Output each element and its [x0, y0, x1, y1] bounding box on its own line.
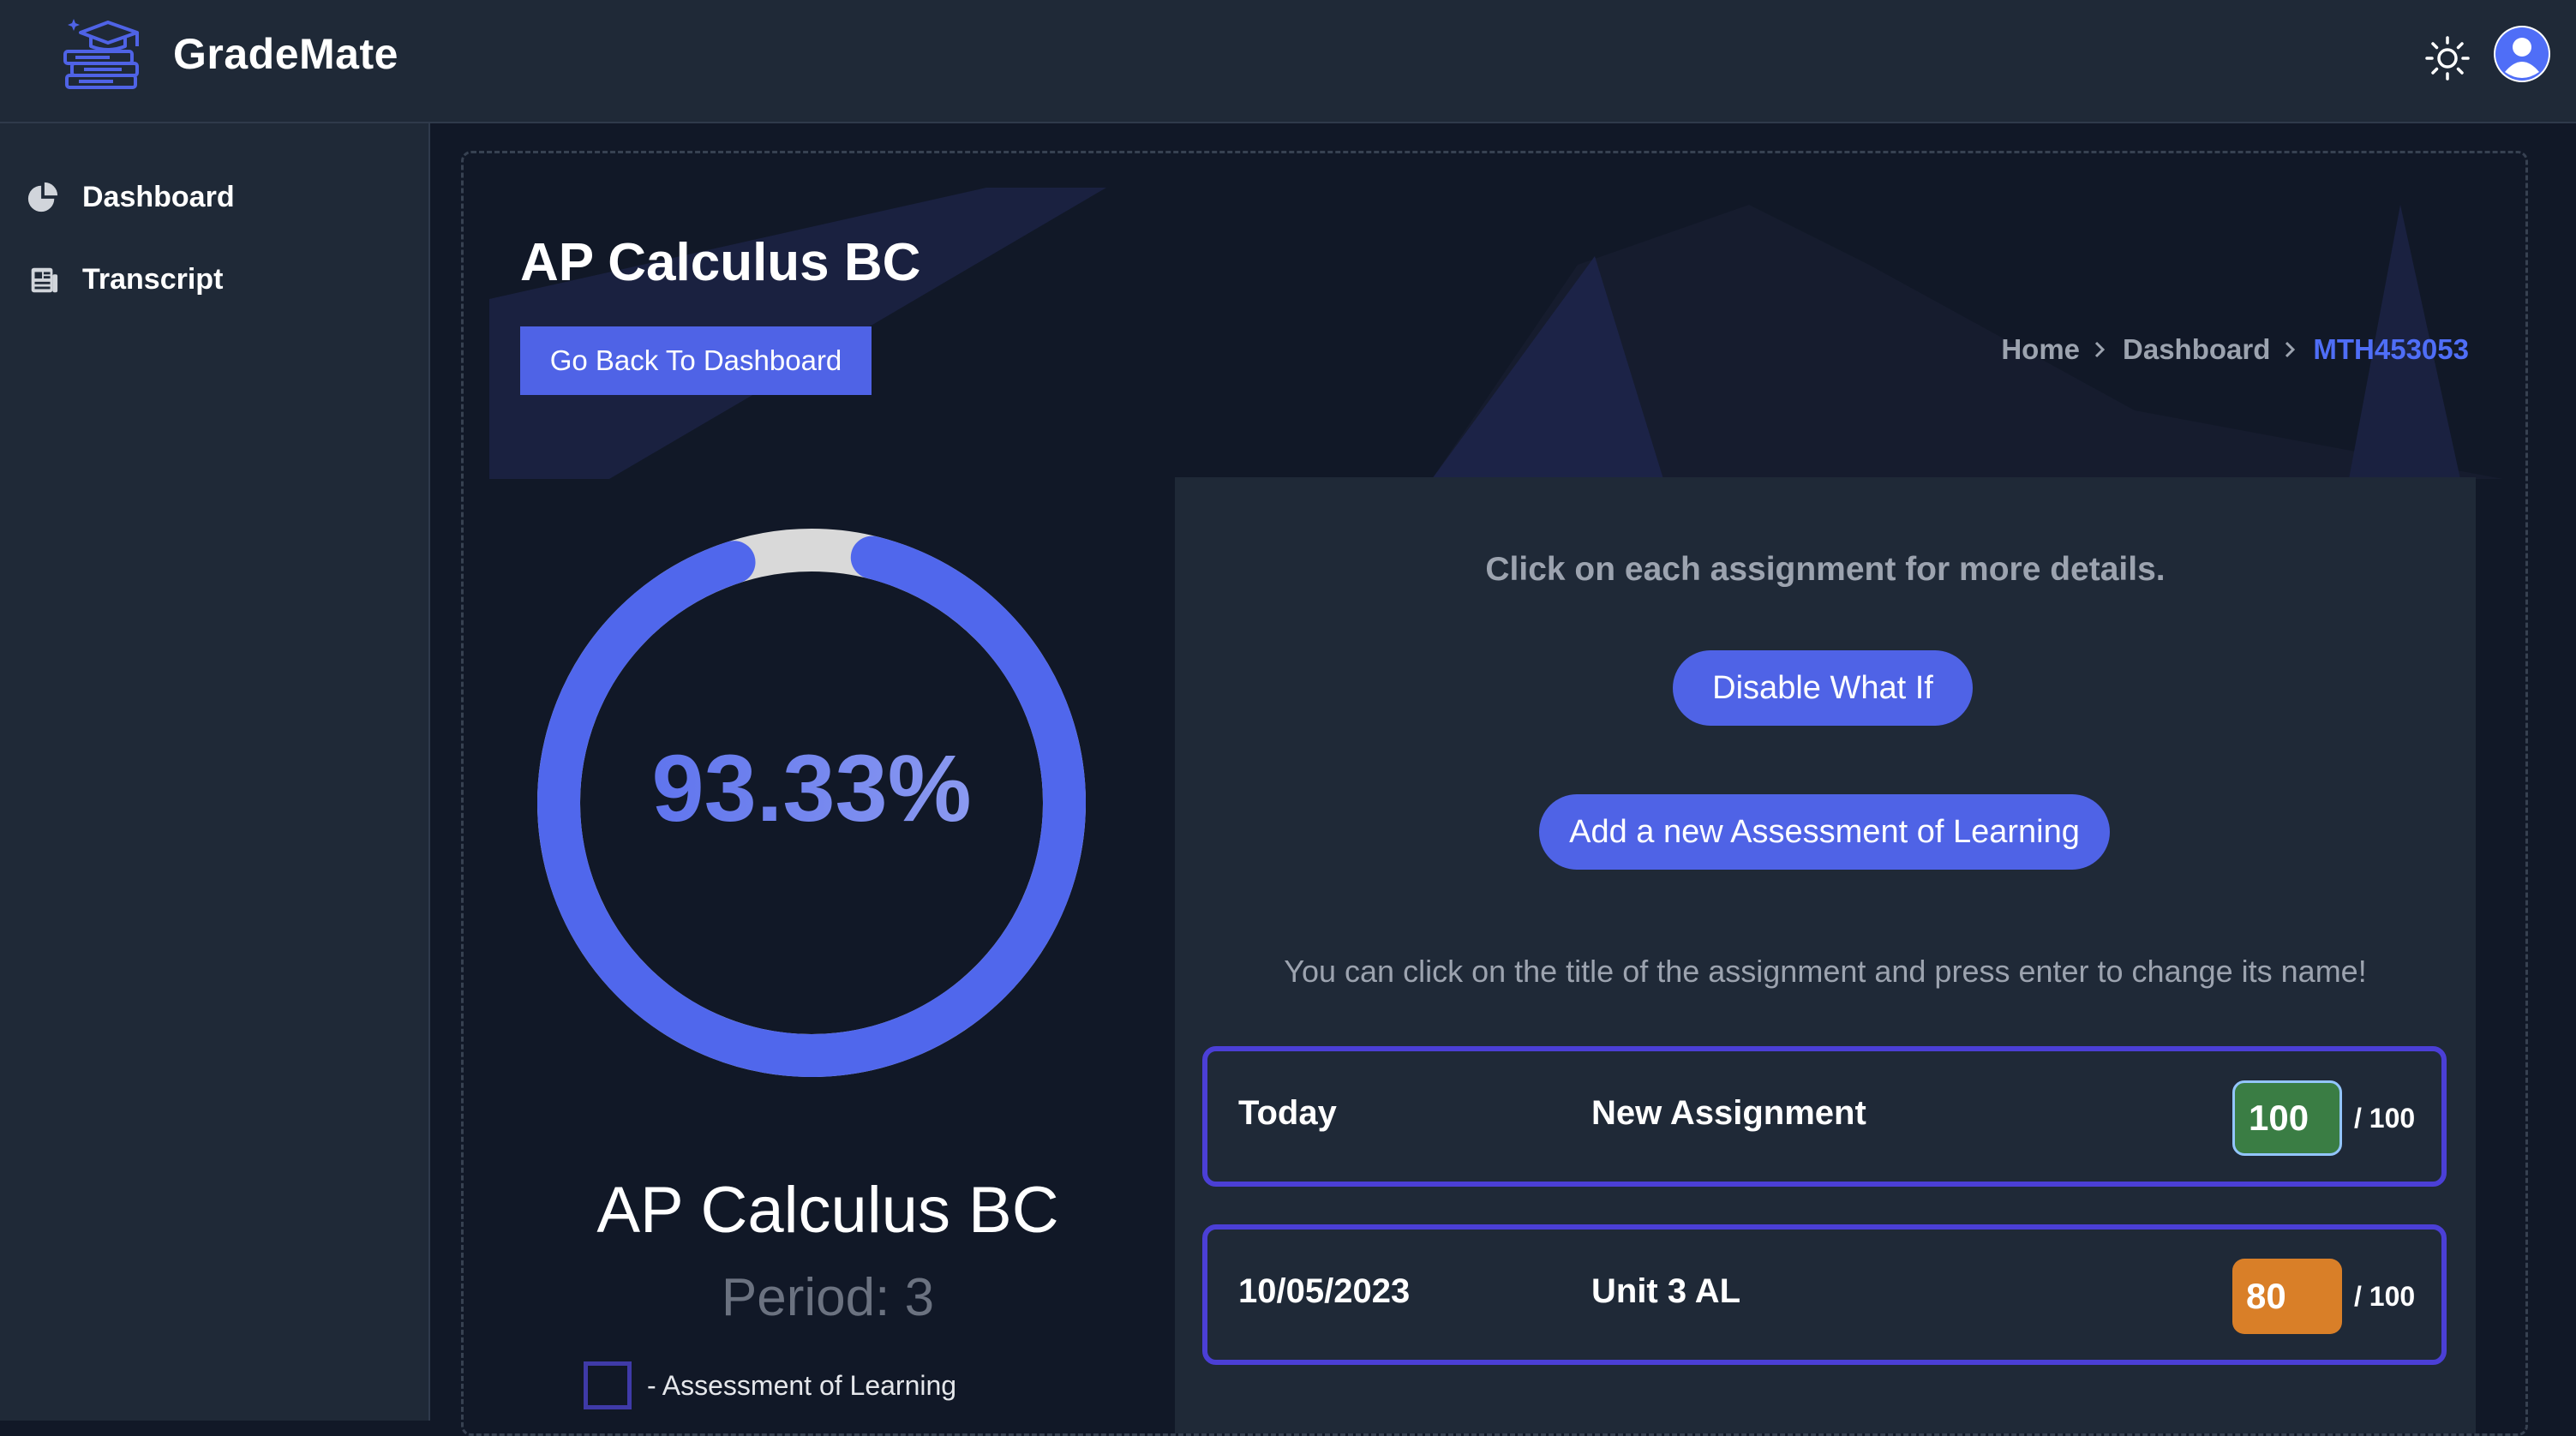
go-back-to-dashboard-button[interactable]: Go Back To Dashboard — [520, 326, 872, 395]
grade-summary-panel: 93.33% AP Calculus BC Period: 3 - Assess… — [489, 479, 1166, 1433]
assignments-hint: Click on each assignment for more detail… — [1485, 551, 2166, 588]
app-brand-name: GradeMate — [173, 30, 398, 78]
breadcrumb-dashboard[interactable]: Dashboard — [2123, 333, 2270, 366]
breadcrumb-home[interactable]: Home — [2001, 333, 2080, 366]
books-graduation-cap-logo-icon — [63, 19, 139, 89]
pie-chart-icon — [26, 180, 60, 214]
add-assessment-button[interactable]: Add a new Assessment of Learning — [1539, 794, 2110, 870]
breadcrumb-current-course-code: MTH453053 — [2313, 333, 2469, 365]
top-bar: GradeMate — [0, 0, 2576, 123]
course-detail-frame: AP Calculus BC Go Back To Dashboard Home… — [461, 151, 2528, 1436]
newspaper-icon — [26, 262, 60, 296]
user-avatar-button[interactable] — [2494, 26, 2550, 82]
assignment-title[interactable]: New Assignment — [1591, 1094, 1866, 1133]
assignment-title[interactable]: Unit 3 AL — [1591, 1272, 1740, 1311]
legend-assessment-of-learning: - Assessment of Learning — [584, 1361, 956, 1409]
legend-swatch — [584, 1361, 632, 1409]
assignments-panel: Click on each assignment for more detail… — [1175, 477, 2476, 1433]
assignment-score-input[interactable] — [2232, 1080, 2342, 1156]
chevron-right-icon — [2285, 341, 2296, 358]
course-name: AP Calculus BC — [596, 1174, 1059, 1247]
sidebar-item-dashboard[interactable]: Dashboard — [26, 171, 403, 223]
legend-label: - Assessment of Learning — [647, 1369, 957, 1401]
grade-percentage: 93.33% — [537, 734, 1086, 843]
page-title: AP Calculus BC — [520, 233, 921, 292]
assignment-max-score: / 100 — [2354, 1281, 2416, 1312]
assignment-date: 10/05/2023 — [1238, 1272, 1411, 1310]
assignment-max-score: / 100 — [2354, 1103, 2416, 1134]
course-period: Period: 3 — [721, 1268, 935, 1327]
sidebar-item-label: Transcript — [82, 262, 224, 296]
disable-what-if-button[interactable]: Disable What If — [1673, 650, 1973, 726]
chevron-right-icon — [2094, 341, 2106, 358]
sun-icon — [2425, 36, 2470, 81]
sidebar-item-transcript[interactable]: Transcript — [26, 254, 403, 305]
assignment-row[interactable]: 10/05/2023 Unit 3 AL / 100 — [1202, 1224, 2447, 1365]
user-avatar-icon — [2495, 27, 2549, 81]
sidebar: Dashboard Transcript — [0, 123, 430, 1421]
sidebar-item-label: Dashboard — [82, 180, 235, 213]
assignment-score-input[interactable] — [2232, 1259, 2342, 1334]
rename-hint: You can click on the title of the assign… — [1284, 954, 2367, 989]
assignment-date: Today — [1238, 1094, 1337, 1132]
assignment-row[interactable]: Today New Assignment / 100 — [1202, 1046, 2447, 1187]
breadcrumb: Home Dashboard MTH453053 — [2001, 333, 2469, 366]
theme-toggle-button[interactable] — [2422, 33, 2473, 84]
